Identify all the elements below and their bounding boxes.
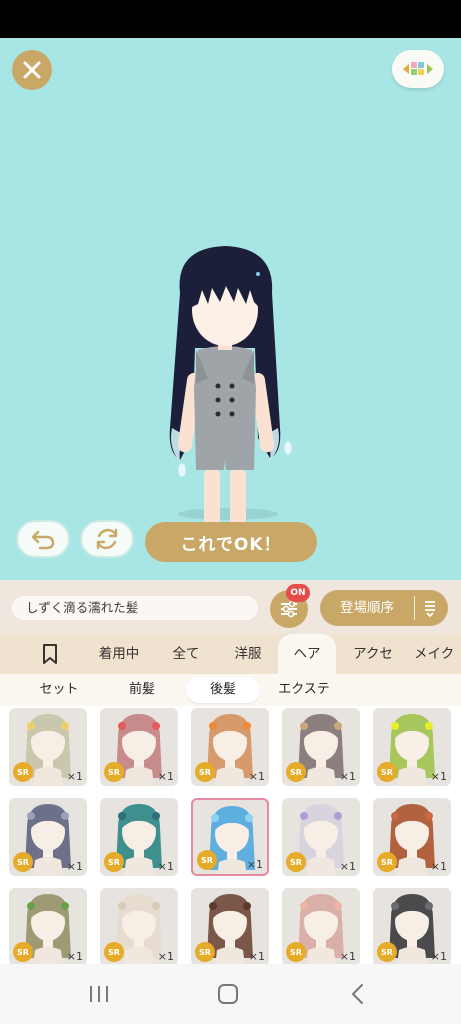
recent-apps-button[interactable] bbox=[85, 980, 113, 1008]
rarity-badge: SR bbox=[13, 942, 33, 962]
tab-makeup[interactable]: メイク bbox=[414, 634, 461, 674]
hair-item[interactable]: SR ×1 bbox=[282, 798, 360, 876]
item-quantity: ×1 bbox=[157, 950, 174, 963]
rarity-badge: SR bbox=[195, 762, 215, 782]
tab-all[interactable]: 全て bbox=[160, 634, 212, 674]
rarity-badge: SR bbox=[286, 852, 306, 872]
rarity-badge: SR bbox=[377, 852, 397, 872]
sort-lines-icon[interactable] bbox=[420, 598, 440, 618]
rarity-badge: SR bbox=[104, 852, 124, 872]
hair-item[interactable]: SR ×1 bbox=[191, 798, 269, 876]
grid-color-icon bbox=[403, 62, 433, 75]
hair-item[interactable]: SR ×1 bbox=[373, 798, 451, 876]
item-quantity: ×1 bbox=[339, 860, 356, 873]
hair-item[interactable]: SR ×1 bbox=[100, 708, 178, 786]
item-quantity: ×1 bbox=[157, 770, 174, 783]
item-quantity: ×1 bbox=[246, 858, 263, 871]
subtab-set[interactable]: セット bbox=[22, 677, 96, 703]
hair-item[interactable]: SR ×1 bbox=[282, 888, 360, 964]
bookmark-icon bbox=[43, 644, 57, 664]
hair-item[interactable]: SR ×1 bbox=[191, 888, 269, 964]
rarity-badge: SR bbox=[286, 762, 306, 782]
hair-item[interactable]: SR ×1 bbox=[373, 888, 451, 964]
home-button[interactable] bbox=[214, 980, 242, 1008]
current-item-name: しずく滴る濡れた髪 bbox=[12, 596, 258, 620]
system-nav-bar bbox=[0, 964, 461, 1024]
item-quantity: ×1 bbox=[66, 950, 83, 963]
item-quantity: ×1 bbox=[66, 770, 83, 783]
rarity-badge: SR bbox=[377, 762, 397, 782]
item-quantity: ×1 bbox=[430, 770, 447, 783]
filter-on-badge: ON bbox=[286, 584, 310, 602]
sort-button[interactable]: 登場順序 bbox=[320, 590, 448, 626]
bookmark-tab[interactable] bbox=[28, 634, 72, 674]
confirm-button[interactable]: これでOK！ bbox=[145, 522, 317, 562]
hair-item[interactable]: SR ×1 bbox=[100, 798, 178, 876]
rarity-badge: SR bbox=[286, 942, 306, 962]
hair-item[interactable]: SR ×1 bbox=[373, 708, 451, 786]
rotate-button[interactable] bbox=[80, 520, 134, 558]
hair-item[interactable]: SR ×1 bbox=[9, 708, 87, 786]
sliders-icon bbox=[281, 600, 297, 618]
rarity-badge: SR bbox=[13, 852, 33, 872]
item-quantity: ×1 bbox=[430, 950, 447, 963]
rarity-badge: SR bbox=[104, 942, 124, 962]
item-grid: SR ×1 SR ×1 SR ×1 SR ×1 SR ×1 SR ×1 SR ×1 SR ×1 SR ×1 SR ×1… bbox=[0, 706, 461, 964]
hair-item[interactable]: SR ×1 bbox=[191, 708, 269, 786]
item-quantity: ×1 bbox=[339, 770, 356, 783]
rarity-badge: SR bbox=[377, 942, 397, 962]
rarity-badge: SR bbox=[195, 942, 215, 962]
avatar bbox=[169, 246, 293, 535]
tab-clothes[interactable]: 洋服 bbox=[220, 634, 276, 674]
subtab-extensions[interactable]: エクステ bbox=[268, 677, 340, 703]
undo-button[interactable] bbox=[16, 520, 70, 558]
recent-apps-icon bbox=[90, 986, 108, 1002]
subcategory-tabs: セット 前髪 後髪 エクステ bbox=[0, 674, 461, 706]
item-quantity: ×1 bbox=[248, 950, 265, 963]
item-quantity: ×1 bbox=[339, 950, 356, 963]
rotate-icon bbox=[96, 528, 118, 550]
divider bbox=[414, 596, 415, 620]
rarity-badge: SR bbox=[197, 850, 217, 870]
home-icon bbox=[218, 984, 238, 1004]
menu-button[interactable] bbox=[392, 50, 444, 88]
tab-hair[interactable]: ヘア bbox=[278, 634, 336, 674]
close-icon bbox=[23, 61, 41, 79]
back-icon bbox=[352, 984, 363, 1004]
tab-wearing[interactable]: 着用中 bbox=[84, 634, 154, 674]
hair-item[interactable]: SR ×1 bbox=[9, 888, 87, 964]
category-tabs: 着用中 全て 洋服 ヘア アクセ メイク bbox=[0, 634, 461, 674]
back-button[interactable] bbox=[344, 980, 372, 1008]
hair-item[interactable]: SR ×1 bbox=[100, 888, 178, 964]
tab-accessories[interactable]: アクセ bbox=[340, 634, 406, 674]
hair-item[interactable]: SR ×1 bbox=[282, 708, 360, 786]
sort-label: 登場順序 bbox=[340, 600, 394, 616]
item-toolbar: しずく滴る濡れた髪 登場順序 bbox=[0, 580, 461, 634]
hair-item[interactable]: SR ×1 bbox=[9, 798, 87, 876]
item-quantity: ×1 bbox=[430, 860, 447, 873]
subtab-bangs[interactable]: 前髪 bbox=[106, 677, 178, 703]
close-button[interactable] bbox=[12, 50, 52, 90]
rarity-badge: SR bbox=[104, 762, 124, 782]
rarity-badge: SR bbox=[13, 762, 33, 782]
undo-arrow-icon bbox=[31, 530, 55, 550]
item-quantity: ×1 bbox=[157, 860, 174, 873]
item-quantity: ×1 bbox=[66, 860, 83, 873]
dressing-stage: これでOK！ bbox=[0, 38, 461, 580]
status-bar bbox=[0, 0, 461, 38]
item-quantity: ×1 bbox=[248, 770, 265, 783]
subtab-back-hair[interactable]: 後髪 bbox=[186, 677, 260, 703]
